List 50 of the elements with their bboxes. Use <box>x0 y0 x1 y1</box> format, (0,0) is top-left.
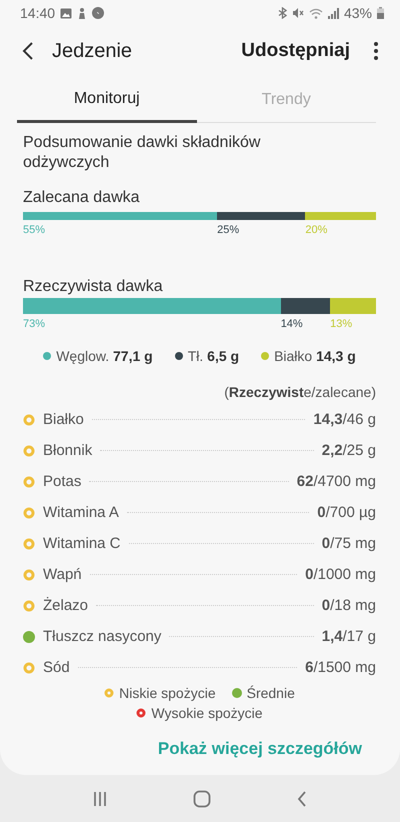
home-icon <box>193 790 211 808</box>
nutrient-name: Białko <box>43 411 84 428</box>
nutrient-name: Witamina C <box>43 535 121 552</box>
percent-label: 55% <box>23 224 46 238</box>
nutrient-value: 14,3/46 g <box>313 411 376 428</box>
legend-label: Węglow. 77,1 g <box>56 348 153 364</box>
nutrient-name: Potas <box>43 473 82 490</box>
nutrient-name: Sód <box>43 659 70 676</box>
percent-label: 13% <box>330 318 352 332</box>
back-icon <box>22 42 34 60</box>
percent-label: 73% <box>23 318 46 332</box>
mute-icon <box>292 7 304 19</box>
battery-percent: 43% <box>344 5 372 21</box>
percent-label: 14% <box>280 318 303 332</box>
percent-label: 20% <box>305 224 328 238</box>
status-time: 14:40 <box>20 5 56 21</box>
legend-label: Średnie <box>246 685 295 701</box>
nutrient-value: 0/700 µg <box>317 504 376 521</box>
image-icon <box>60 8 72 18</box>
bar-title: Rzeczywista dawka <box>23 278 164 296</box>
screen-title: Jedzenie <box>52 40 134 62</box>
percent-label: 25% <box>217 224 240 238</box>
nutrient-value: 0/1000 mg <box>305 566 376 583</box>
column-header: (Rzeczywiste/zalecane) <box>224 384 376 400</box>
wifi-icon <box>308 8 323 18</box>
signal-icon <box>328 8 339 18</box>
nutrient-value: 0/18 mg <box>322 597 376 614</box>
figure-icon <box>77 7 88 19</box>
recents-icon <box>93 790 107 806</box>
nutrient-name: Żelazo <box>43 597 88 614</box>
legend-label: Tł. 6,5 g <box>188 348 240 364</box>
nutrient-name: Tłuszcz nasycony <box>43 628 162 645</box>
bar-title: Zalecana dawka <box>23 189 141 207</box>
share-button[interactable]: Udostępniaj <box>241 40 350 62</box>
legend-label: Niskie spożycie <box>119 685 216 701</box>
more-icon <box>374 42 378 60</box>
nutrient-value: 6/1500 mg <box>305 659 376 676</box>
nutrient-name: Wapń <box>43 566 82 583</box>
nutrient-name: Witamina A <box>43 504 119 521</box>
nutrient-value: 2,2/25 g <box>322 442 376 459</box>
legend-label: Wysokie spożycie <box>151 705 263 721</box>
back-icon <box>297 790 307 806</box>
nutrient-value: 1,4/17 g <box>322 628 376 645</box>
battery-icon <box>377 7 384 19</box>
legend-label: Białko 14,3 g <box>274 348 356 364</box>
nutrient-name: Błonnik <box>43 442 92 459</box>
section-title: Podsumowanie dawki składników odżywczych <box>23 133 262 173</box>
nutrient-value: 62/4700 mg <box>296 473 376 490</box>
nutrient-value: 0/75 mg <box>322 535 376 552</box>
bluetooth-icon <box>278 7 287 19</box>
